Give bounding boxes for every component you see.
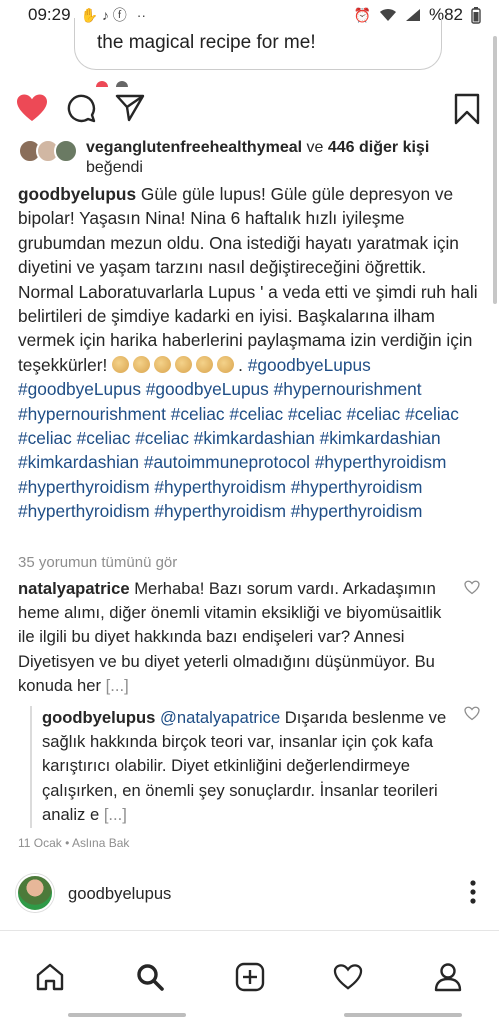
comment-username[interactable]: natalyapatrice — [18, 579, 130, 598]
status-time: 09:29 — [28, 5, 71, 24]
caption-username[interactable]: goodbyelupus — [18, 184, 136, 204]
reply-mention[interactable]: @natalyapatrice — [160, 708, 280, 727]
share-icon[interactable] — [115, 93, 145, 128]
reply-like-icon[interactable] — [464, 706, 480, 726]
comment-item: natalyapatrice Merhaba! Bazı sorum vardı… — [18, 577, 458, 698]
comment-icon[interactable] — [66, 93, 96, 128]
activity-heart-icon[interactable] — [328, 957, 368, 997]
bookmark-icon[interactable] — [454, 93, 480, 130]
avatar — [54, 139, 78, 163]
battery-icon — [471, 6, 481, 24]
clap-emojis — [112, 355, 238, 375]
previous-post-bubble: the magical recipe for me! — [74, 18, 442, 70]
reply-username[interactable]: goodbyelupus — [42, 708, 155, 727]
gesture-bar — [0, 1013, 499, 1019]
bottom-nav — [0, 945, 499, 1005]
liker-username[interactable]: veganglutenfreehealthymeal — [86, 139, 302, 156]
translate-link[interactable]: Aslına Bak — [72, 836, 129, 850]
reply-thread-line — [30, 706, 32, 828]
divider — [0, 930, 499, 931]
reply-more-link[interactable]: [...] — [104, 805, 127, 824]
profile-icon[interactable] — [428, 957, 468, 997]
add-post-icon[interactable] — [230, 957, 270, 997]
likes-text: veganglutenfreehealthymeal ve 446 diğer … — [86, 139, 430, 156]
bubble-reactions — [96, 74, 146, 87]
caption-text: Güle güle lupus! Güle güle depresyon ve … — [18, 184, 478, 375]
scrollbar[interactable] — [493, 36, 497, 304]
comment-meta: 11 Ocak • Aslına Bak — [18, 836, 130, 850]
bubble-text: the magical recipe for me! — [97, 32, 316, 53]
view-all-comments-link[interactable]: 35 yorumun tümünü gör — [18, 554, 177, 571]
likes-summary[interactable]: veganglutenfreehealthymeal ve 446 diğer … — [18, 137, 488, 177]
likes-others-link[interactable]: 446 diğer kişi — [328, 139, 429, 156]
post-caption: goodbyelupus Güle güle lupus! Güle güle … — [18, 184, 478, 522]
post-actions — [16, 90, 486, 130]
composer-username: goodbyelupus — [68, 884, 172, 903]
search-icon[interactable] — [130, 957, 170, 997]
liker-avatars — [18, 139, 78, 163]
reply-item: goodbyelupus @natalyapatrice Dışarıda be… — [42, 706, 460, 827]
comment-more-link[interactable]: [...] — [106, 676, 129, 695]
avatar — [16, 874, 54, 912]
more-options-icon[interactable] — [470, 880, 476, 909]
caption-hashtags[interactable]: #goodbyeLupus #goodbyeLupus #goodbyeLupu… — [18, 355, 459, 521]
heart-filled-icon[interactable] — [16, 93, 48, 128]
comment-date: 11 Ocak — [18, 836, 62, 850]
home-icon[interactable] — [30, 957, 70, 997]
comment-like-icon[interactable] — [464, 580, 480, 600]
likes-suffix: beğendi — [86, 159, 143, 176]
comment-composer[interactable]: goodbyelupus — [16, 874, 486, 918]
